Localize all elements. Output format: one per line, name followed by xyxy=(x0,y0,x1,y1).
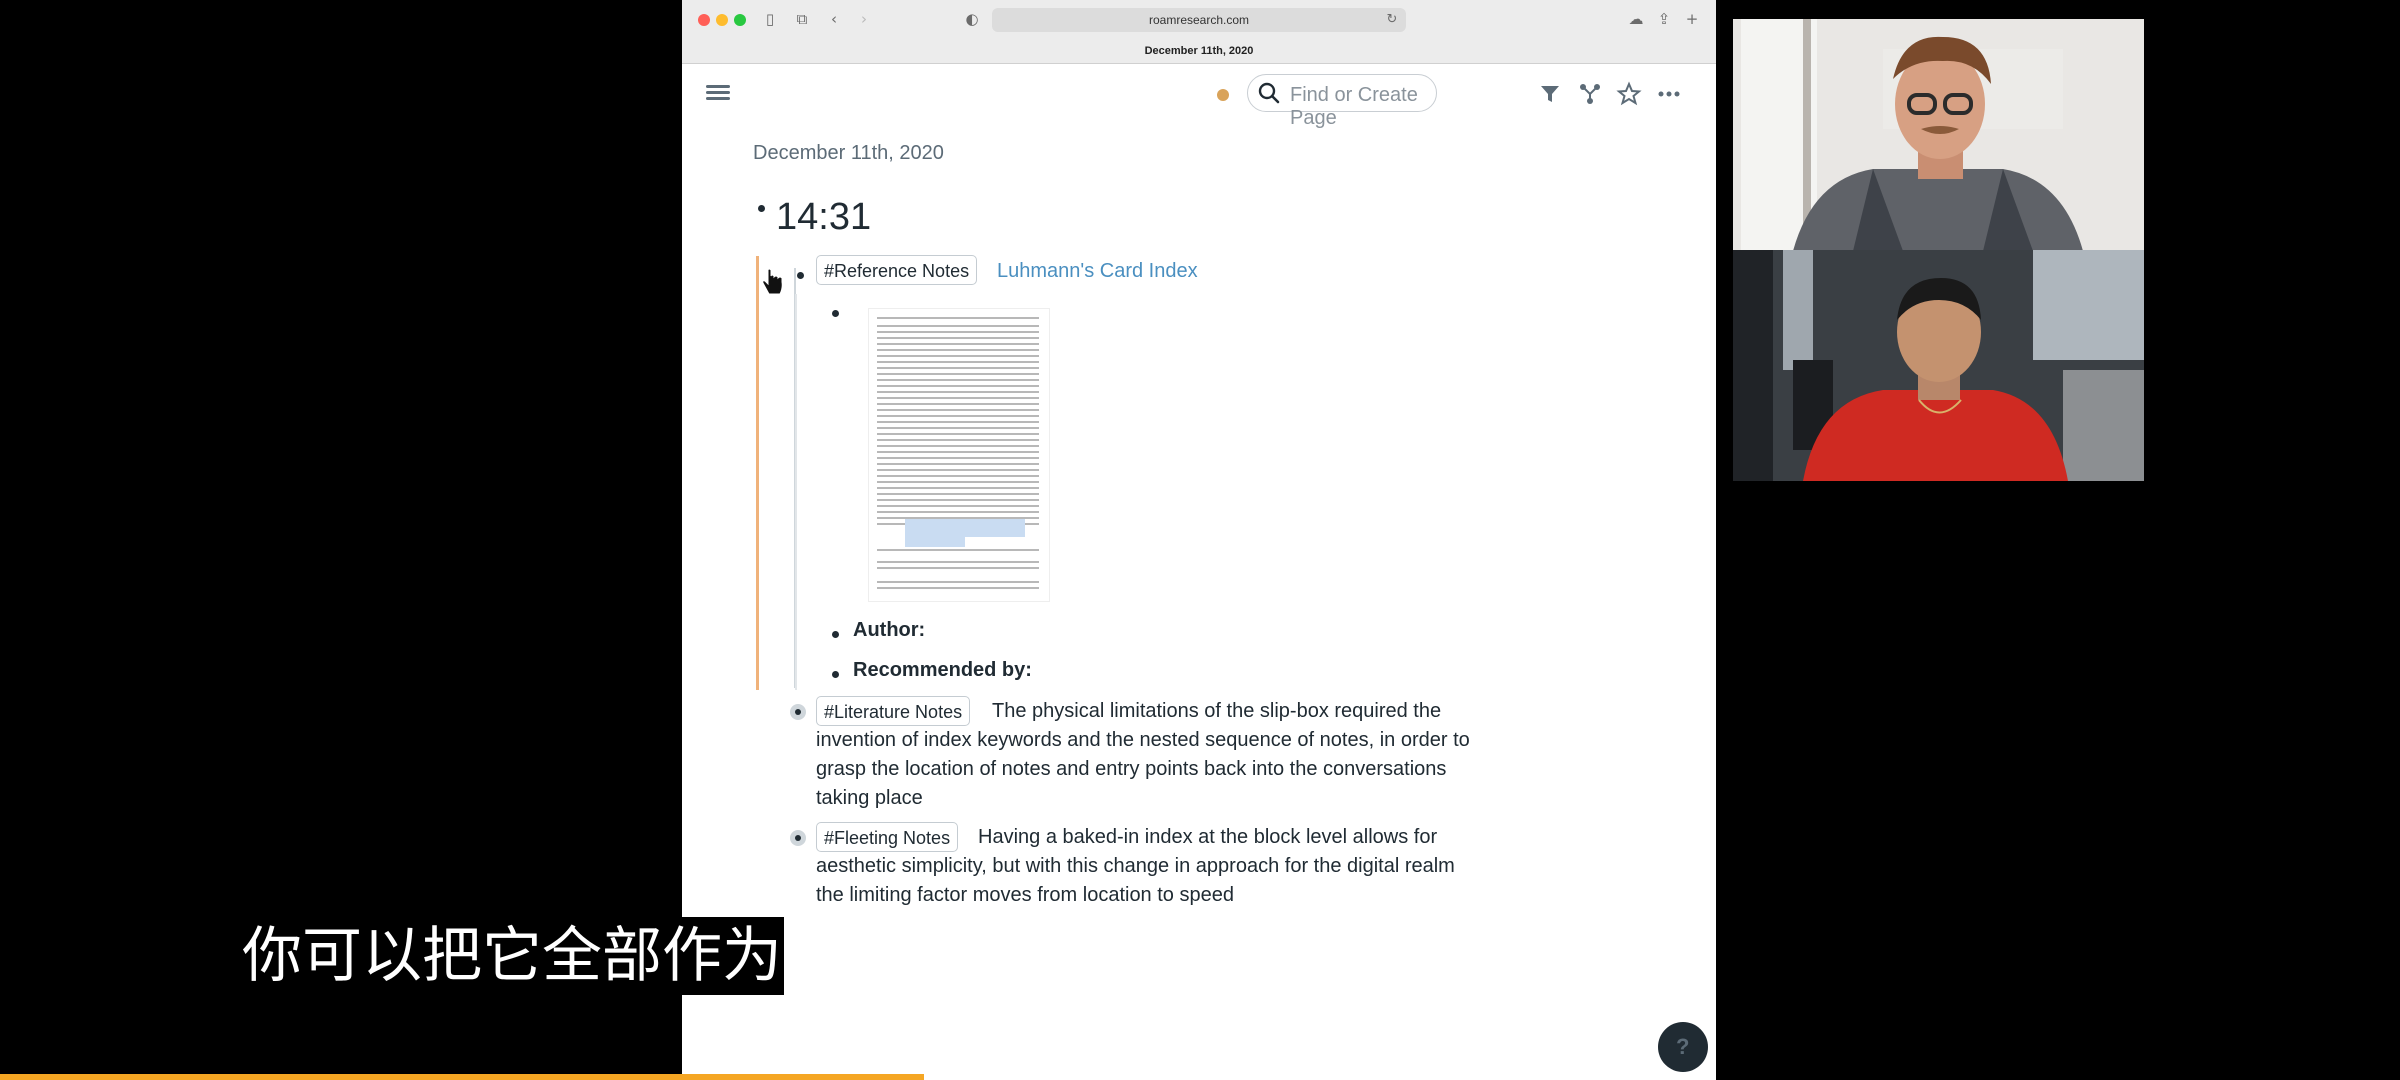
tab-overview-icon[interactable]: ⧉ xyxy=(792,9,812,29)
participant-video-image xyxy=(1733,250,2144,481)
search-icon xyxy=(1258,82,1280,104)
participant-video-2 xyxy=(1733,250,2144,481)
reload-icon[interactable]: ↻ xyxy=(1382,10,1402,30)
help-icon: ? xyxy=(1676,1034,1690,1059)
scanned-book-page-image[interactable] xyxy=(868,308,1050,602)
block-bullet[interactable] xyxy=(758,205,765,212)
recommended-by-attribute[interactable]: Recommended by: xyxy=(853,656,1032,685)
author-attribute[interactable]: Author: xyxy=(853,616,925,645)
zoom-window-button[interactable] xyxy=(734,14,746,26)
block-bullet[interactable] xyxy=(832,631,839,638)
time-block[interactable]: 14:31 xyxy=(776,196,871,239)
share-icon[interactable]: ⇪ xyxy=(1654,9,1674,29)
privacy-shield-icon[interactable]: ◐ xyxy=(962,9,982,29)
fleeting-note-line[interactable]: aesthetic simplicity, but with this chan… xyxy=(816,852,1455,881)
graph-overview-icon[interactable] xyxy=(1577,81,1603,107)
sidebar-toggle-icon[interactable]: ▯ xyxy=(760,9,780,29)
star-icon[interactable] xyxy=(1616,81,1642,107)
forward-icon[interactable]: › xyxy=(854,9,874,29)
fleeting-note-line[interactable]: the limiting factor moves from location … xyxy=(816,881,1234,910)
minimize-window-button[interactable] xyxy=(716,14,728,26)
close-window-button[interactable] xyxy=(698,14,710,26)
page-link-luhmann[interactable]: Luhmann's Card Index xyxy=(997,260,1198,283)
more-options-icon[interactable] xyxy=(1656,81,1682,107)
address-bar[interactable]: roamresearch.com ↻ xyxy=(992,8,1406,32)
literature-note-line[interactable]: taking place xyxy=(816,784,923,813)
active-tab-title[interactable]: December 11th, 2020 xyxy=(682,45,1716,57)
literature-note-line[interactable]: grasp the location of notes and entry po… xyxy=(816,755,1446,784)
block-bullet[interactable] xyxy=(832,310,839,317)
block-bullet[interactable] xyxy=(797,272,804,279)
nested-thread-line xyxy=(795,294,797,690)
hand-cursor-icon xyxy=(762,268,783,295)
filter-icon[interactable] xyxy=(1537,81,1563,107)
collapsed-block-bullet[interactable] xyxy=(790,830,806,846)
search-placeholder: Find or Create Page xyxy=(1290,84,1418,129)
literature-note-line[interactable]: The physical limitations of the slip-box… xyxy=(992,697,1441,726)
menu-icon[interactable] xyxy=(706,82,730,106)
participant-video-1 xyxy=(1733,19,2144,251)
selected-block-indicator xyxy=(756,256,759,690)
tag-literature-notes[interactable]: #Literature Notes xyxy=(816,696,971,726)
literature-note-line[interactable]: invention of index keywords and the nest… xyxy=(816,726,1470,755)
fleeting-note-line[interactable]: Having a baked-in index at the block lev… xyxy=(978,823,1437,852)
page-title[interactable]: December 11th, 2020 xyxy=(753,142,944,165)
tag-reference-notes[interactable]: #Reference Notes xyxy=(816,255,978,285)
roam-topbar: Find or Create Page xyxy=(682,64,1716,129)
block-bullet[interactable] xyxy=(832,671,839,678)
tag-fleeting-notes[interactable]: #Fleeting Notes xyxy=(816,822,959,852)
browser-toolbar: ▯ ⧉ ‹ › ◐ roamresearch.com ↻ ☁ ⇪ + Decem… xyxy=(682,0,1716,64)
search-input[interactable]: Find or Create Page xyxy=(1247,74,1437,129)
back-icon[interactable]: ‹ xyxy=(824,9,844,29)
video-progress-bar[interactable] xyxy=(0,1074,924,1080)
help-button[interactable]: ? xyxy=(1658,1022,1708,1072)
url-text: roamresearch.com xyxy=(1148,13,1250,27)
icloud-icon[interactable]: ☁ xyxy=(1626,9,1646,29)
new-tab-icon[interactable]: + xyxy=(1682,9,1702,29)
collapsed-block-bullet[interactable] xyxy=(790,704,806,720)
sync-status-indicator xyxy=(1217,89,1229,101)
participant-video-image xyxy=(1733,19,2144,251)
subtitle-caption: 你可以把它全部作为 xyxy=(240,917,784,995)
browser-window: ▯ ⧉ ‹ › ◐ roamresearch.com ↻ ☁ ⇪ + Decem… xyxy=(682,0,1716,1080)
